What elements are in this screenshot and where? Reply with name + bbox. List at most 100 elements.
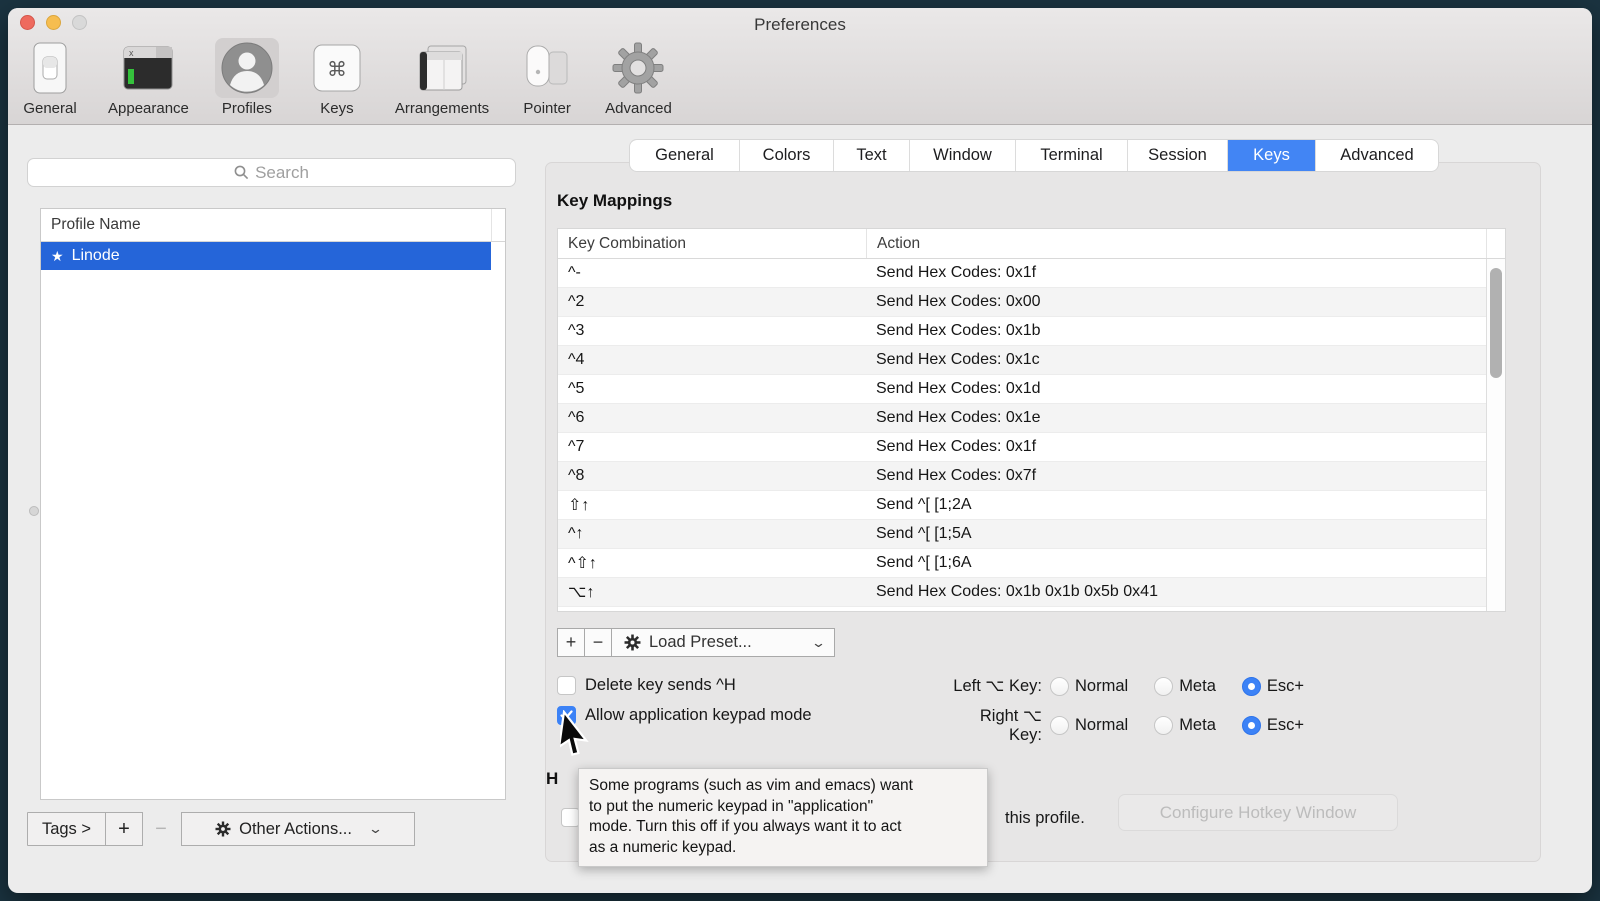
load-preset-label: Load Preset... — [649, 633, 752, 652]
search-icon — [234, 165, 249, 180]
radio-normal[interactable]: Normal — [1050, 716, 1128, 735]
svg-text:x: x — [129, 48, 134, 58]
radio-meta[interactable]: Meta — [1154, 716, 1216, 735]
pane-splitter-handle[interactable] — [29, 506, 39, 516]
add-key-mapping-button[interactable]: + — [557, 628, 585, 657]
hotkey-profile-text: this profile. — [1005, 809, 1085, 828]
left-option-key-label: Left ⌥ Key: — [946, 676, 1042, 696]
key-mapping-row[interactable]: ^↑ Send ^[ [1;5A — [558, 520, 1505, 549]
radio-icon[interactable] — [1050, 677, 1069, 696]
general-switch-icon — [30, 41, 70, 95]
keypad-mode-tooltip: Some programs (such as vim and emacs) wa… — [578, 768, 988, 867]
profile-name: Linode — [72, 247, 120, 265]
configure-hotkey-window-button-disabled: Configure Hotkey Window — [1118, 794, 1398, 831]
toolbar-label: Appearance — [108, 100, 189, 117]
key-mapping-row[interactable]: ⇧↑ Send ^[ [1;2A — [558, 491, 1505, 520]
checkbox-label: Allow application keypad mode — [585, 706, 812, 725]
tab-keys[interactable]: Keys — [1228, 140, 1316, 171]
toolbar-label: General — [23, 100, 76, 117]
gear-icon — [215, 821, 231, 837]
toolbar-item-keys[interactable]: ⌘ Keys — [305, 38, 369, 117]
tab-session[interactable]: Session — [1128, 140, 1228, 171]
profile-row-linode[interactable]: ★ Linode — [41, 242, 491, 270]
toolbar-item-profiles[interactable]: Profiles — [215, 38, 279, 117]
load-preset-dropdown[interactable]: Load Preset... ⌄ — [611, 628, 835, 657]
zoom-button-disabled — [72, 15, 87, 30]
radio-selected-icon[interactable] — [1242, 716, 1261, 735]
tab-advanced[interactable]: Advanced — [1316, 140, 1438, 171]
radio-icon[interactable] — [1154, 677, 1173, 696]
gear-icon — [624, 634, 641, 651]
keys-command-icon: ⌘ — [312, 43, 362, 93]
tab-terminal[interactable]: Terminal — [1016, 140, 1128, 171]
header-spacer — [1486, 229, 1505, 258]
column-key-combination[interactable]: Key Combination — [558, 229, 866, 258]
key-mapping-row[interactable]: ^⇧↑ Send ^[ [1;6A — [558, 549, 1505, 578]
remove-profile-button-disabled: − — [143, 812, 179, 846]
toolbar-label: Advanced — [605, 100, 672, 117]
key-mapping-row[interactable]: ^7 Send Hex Codes: 0x1f — [558, 433, 1505, 462]
toolbar-item-arrangements[interactable]: Arrangements — [395, 38, 489, 117]
profile-list: Profile Name ★ Linode — [40, 208, 506, 800]
column-action[interactable]: Action — [866, 229, 1486, 258]
toolbar-item-advanced[interactable]: Advanced — [605, 38, 672, 117]
key-mapping-row[interactable]: ^2 Send Hex Codes: 0x00 — [558, 288, 1505, 317]
profile-tabs: General Colors Text Window Terminal Sess… — [630, 140, 1438, 171]
tooltip-line: to put the numeric keypad in "applicatio… — [589, 797, 977, 818]
close-button[interactable] — [20, 15, 35, 30]
tab-general[interactable]: General — [630, 140, 740, 171]
radio-meta[interactable]: Meta — [1154, 677, 1216, 696]
preferences-toolbar: General x Appearance — [18, 38, 672, 117]
column-divider — [491, 209, 492, 241]
key-mapping-row[interactable]: ^- Send Hex Codes: 0x1f — [558, 259, 1505, 288]
remove-key-mapping-button[interactable]: − — [584, 628, 612, 657]
chevron-down-icon: ⌄ — [368, 821, 383, 837]
search-input[interactable]: Search — [27, 158, 516, 187]
toolbar-item-general[interactable]: General — [18, 38, 82, 117]
key-mappings-table: Key Combination Action ^- Send Hex Codes… — [557, 228, 1506, 612]
toolbar-label: Keys — [320, 100, 353, 117]
radio-esc-selected[interactable]: Esc+ — [1242, 716, 1304, 735]
tab-window[interactable]: Window — [910, 140, 1016, 171]
tooltip-line: mode. Turn this off if you always want i… — [589, 817, 977, 838]
scrollbar-track[interactable] — [1486, 259, 1505, 611]
advanced-gear-icon — [612, 42, 664, 94]
delete-key-sends-checkbox-row[interactable]: Delete key sends ^H — [557, 676, 736, 695]
sidebar-footer: Tags > + − Other Actions... ⌄ — [27, 812, 415, 846]
traffic-lights — [20, 15, 87, 30]
other-actions-dropdown[interactable]: Other Actions... ⌄ — [181, 812, 415, 846]
radio-esc-selected[interactable]: Esc+ — [1242, 677, 1304, 696]
minimize-button[interactable] — [46, 15, 61, 30]
tab-colors[interactable]: Colors — [740, 140, 834, 171]
key-mapping-row[interactable]: ^6 Send Hex Codes: 0x1e — [558, 404, 1505, 433]
key-mapping-row[interactable]: ^5 Send Hex Codes: 0x1d — [558, 375, 1505, 404]
toolbar-item-pointer[interactable]: Pointer — [515, 38, 579, 117]
radio-selected-icon[interactable] — [1242, 677, 1261, 696]
key-mapping-row[interactable]: ⌥↑ Send Hex Codes: 0x1b 0x1b 0x5b 0x41 — [558, 578, 1505, 607]
checkbox-label: Delete key sends ^H — [585, 676, 736, 695]
tooltip-line: as a numeric keypad. — [589, 838, 977, 859]
pointer-mouse-icon — [521, 44, 573, 92]
profile-list-header[interactable]: Profile Name — [41, 209, 505, 242]
tooltip-line: Some programs (such as vim and emacs) wa… — [589, 776, 977, 797]
profile-name-column-label: Profile Name — [51, 216, 141, 234]
radio-normal[interactable]: Normal — [1050, 677, 1128, 696]
svg-text:⌘: ⌘ — [327, 57, 347, 81]
right-option-key-label: Right ⌥ Key: — [946, 706, 1042, 745]
radio-icon[interactable] — [1154, 716, 1173, 735]
tags-button[interactable]: Tags > — [27, 812, 106, 846]
checkbox-unchecked[interactable] — [557, 676, 576, 695]
tab-text[interactable]: Text — [834, 140, 910, 171]
toolbar-label: Arrangements — [395, 100, 489, 117]
key-mapping-row[interactable]: ^3 Send Hex Codes: 0x1b — [558, 317, 1505, 346]
window-title: Preferences — [8, 15, 1592, 35]
key-mapping-row[interactable]: ^8 Send Hex Codes: 0x7f — [558, 462, 1505, 491]
radio-icon[interactable] — [1050, 716, 1069, 735]
scrollbar-thumb[interactable] — [1490, 268, 1502, 378]
toolbar-item-appearance[interactable]: x Appearance — [108, 38, 189, 117]
hotkey-heading-fragment: H — [546, 769, 558, 789]
add-profile-button[interactable]: + — [105, 812, 143, 846]
default-profile-star-icon: ★ — [51, 248, 64, 265]
key-table-header: Key Combination Action — [558, 229, 1505, 259]
key-mapping-row[interactable]: ^4 Send Hex Codes: 0x1c — [558, 346, 1505, 375]
